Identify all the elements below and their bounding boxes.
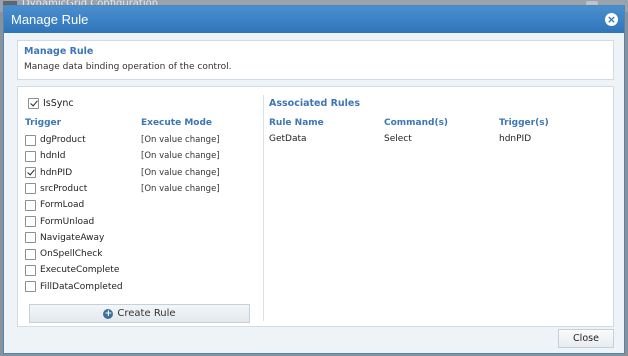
trigger-checkbox[interactable] bbox=[25, 199, 36, 211]
close-button[interactable]: Close bbox=[558, 329, 614, 348]
trigger-checkbox[interactable] bbox=[25, 281, 36, 293]
trigger-row[interactable]: hdnPID [On value change] bbox=[25, 166, 255, 180]
rule-editor-panel: IsSync Trigger Execute Mode dgProduct [On… bbox=[17, 86, 614, 327]
trigger-row[interactable]: FormLoad bbox=[25, 198, 255, 212]
trigger-checkbox[interactable] bbox=[25, 264, 36, 276]
rule-name-cell[interactable]: GetData bbox=[269, 134, 307, 144]
trigger-checkbox[interactable] bbox=[25, 167, 36, 179]
issync-checkbox-box[interactable] bbox=[28, 98, 39, 109]
issync-label: IsSync bbox=[43, 98, 74, 109]
dialog-title: Manage Rule bbox=[11, 12, 89, 27]
execute-mode-value: [On value change] bbox=[141, 135, 220, 145]
trigger-pane: IsSync Trigger Execute Mode dgProduct [On… bbox=[18, 87, 263, 326]
trigger-label: hdnId bbox=[40, 151, 66, 162]
issync-checkbox[interactable]: IsSync bbox=[28, 98, 74, 109]
trigger-row[interactable]: FillDataCompleted bbox=[25, 280, 255, 294]
trigger-checkbox[interactable] bbox=[25, 248, 36, 260]
trigger-label: FormLoad bbox=[40, 200, 85, 211]
trigger-label: FillDataCompleted bbox=[40, 281, 123, 292]
trigger-row[interactable]: srcProduct [On value change] bbox=[25, 182, 255, 196]
triggers-cell: hdnPID bbox=[499, 134, 532, 144]
trigger-label: FormUnload bbox=[40, 216, 95, 227]
header-panel: Manage Rule Manage data binding operatio… bbox=[17, 40, 614, 80]
trigger-row[interactable]: dgProduct [On value change] bbox=[25, 133, 255, 147]
header-description: Manage data binding operation of the con… bbox=[24, 62, 232, 72]
dialog-titlebar: Manage Rule × bbox=[4, 6, 624, 33]
associated-rules-title: Associated Rules bbox=[269, 98, 361, 109]
pane-divider bbox=[263, 95, 264, 321]
trigger-row[interactable]: ExecuteComplete bbox=[25, 263, 255, 277]
execute-mode-value: [On value change] bbox=[141, 151, 220, 162]
trigger-checkbox[interactable] bbox=[25, 216, 36, 227]
trigger-row[interactable]: OnSpellCheck bbox=[25, 247, 255, 261]
plus-circle-icon: + bbox=[103, 308, 114, 319]
triggers-header: Trigger(s) bbox=[499, 118, 549, 128]
trigger-label: ExecuteComplete bbox=[40, 265, 120, 276]
trigger-checkbox[interactable] bbox=[25, 150, 36, 162]
trigger-checkbox[interactable] bbox=[25, 232, 36, 244]
trigger-label: srcProduct bbox=[40, 183, 88, 194]
trigger-row[interactable]: NavigateAway bbox=[25, 231, 255, 245]
trigger-label: dgProduct bbox=[40, 135, 86, 145]
execute-mode-value: [On value change] bbox=[141, 167, 220, 178]
execute-mode-value: [On value change] bbox=[141, 183, 220, 194]
associated-rules-pane: Associated Rules Rule Name Command(s) Tr… bbox=[269, 87, 613, 326]
trigger-checkbox[interactable] bbox=[25, 183, 36, 195]
trigger-label: NavigateAway bbox=[40, 232, 105, 243]
commands-header: Command(s) bbox=[384, 118, 449, 128]
rule-name-header: Rule Name bbox=[269, 118, 324, 128]
trigger-label: hdnPID bbox=[40, 167, 73, 178]
commands-cell: Select bbox=[384, 134, 412, 144]
close-icon[interactable]: × bbox=[605, 13, 618, 26]
trigger-row[interactable]: FormUnload bbox=[25, 215, 255, 229]
trigger-checkbox[interactable] bbox=[25, 134, 36, 146]
header-title: Manage Rule bbox=[24, 46, 94, 57]
create-rule-button[interactable]: + Create Rule bbox=[29, 304, 250, 323]
create-rule-label: Create Rule bbox=[117, 308, 176, 319]
execute-mode-column-header: Execute Mode bbox=[141, 118, 213, 128]
manage-rule-dialog: Manage Rule × Manage Rule Manage data bi… bbox=[3, 5, 625, 354]
trigger-row[interactable]: hdnId [On value change] bbox=[25, 149, 255, 163]
trigger-label: OnSpellCheck bbox=[40, 249, 103, 260]
trigger-column-header: Trigger bbox=[25, 118, 62, 128]
